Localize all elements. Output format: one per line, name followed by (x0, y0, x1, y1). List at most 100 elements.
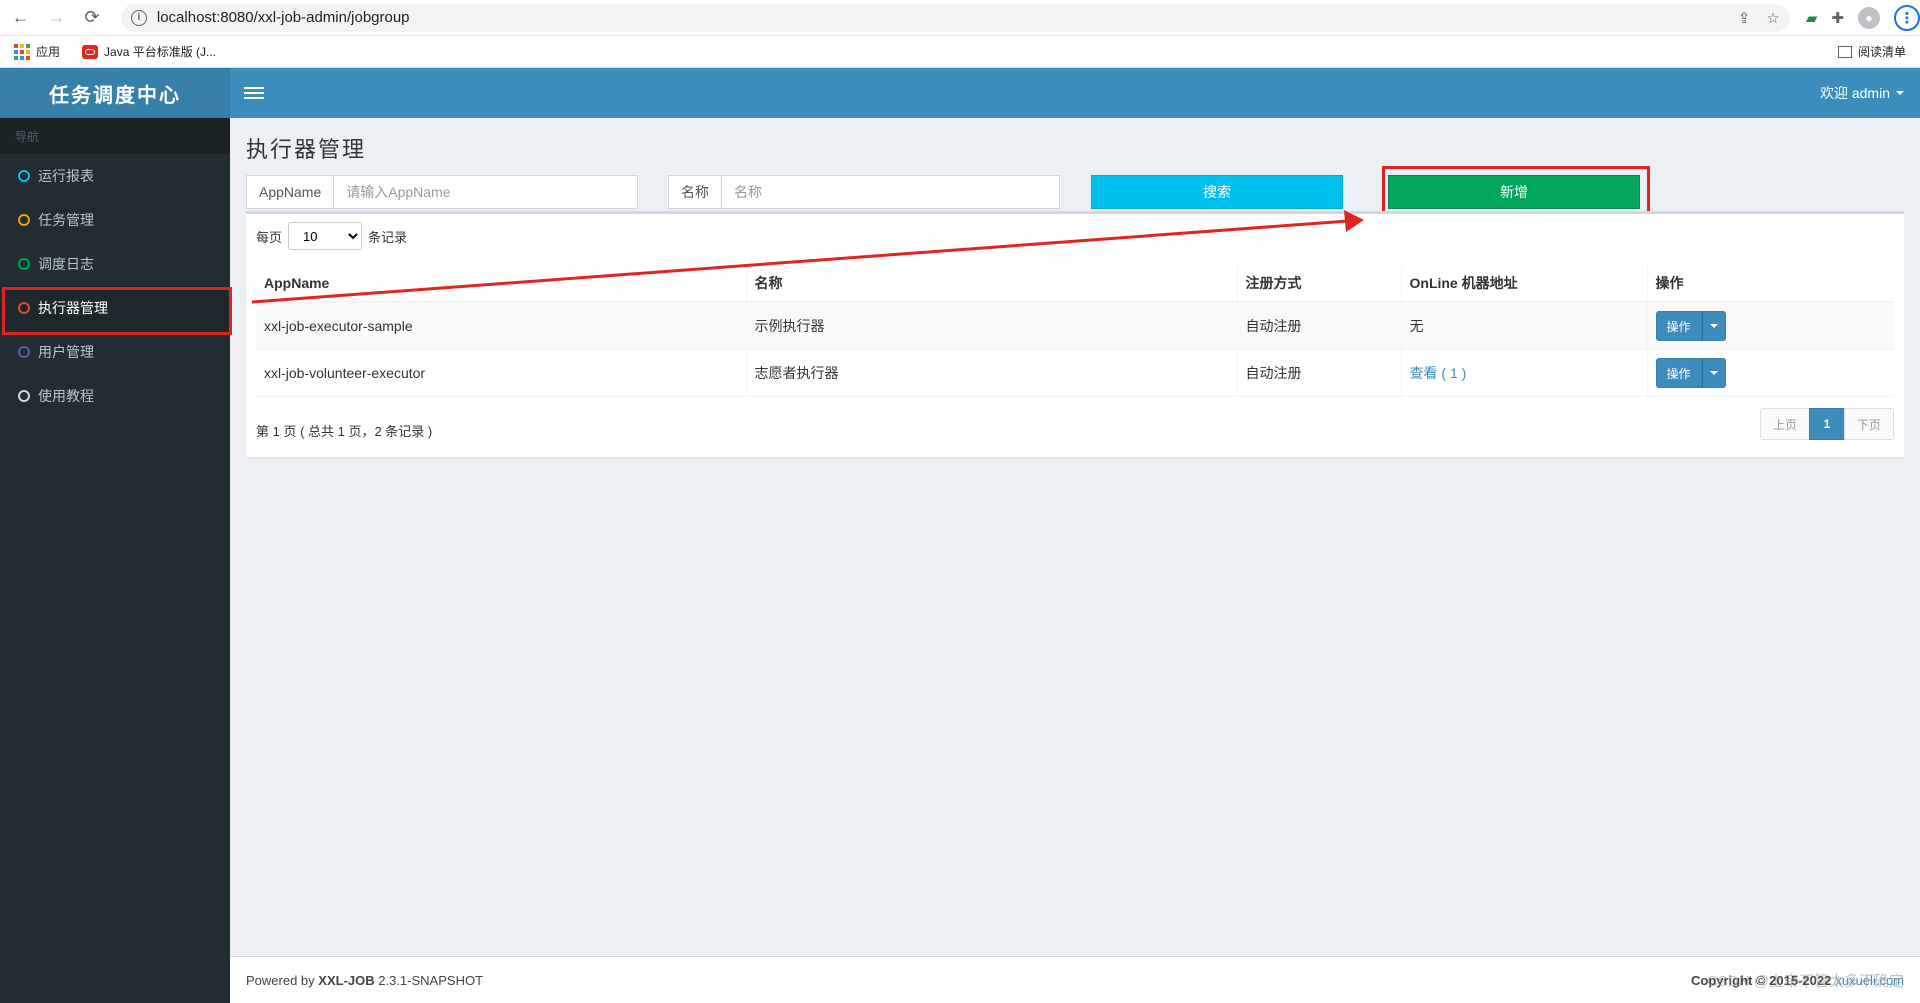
circle-icon (18, 346, 30, 358)
length-suffix: 条记录 (368, 229, 408, 245)
reload-icon: ⟳ (84, 7, 100, 27)
table-header-row: AppName 名称 注册方式 OnLine 机器地址 操作 (256, 265, 1894, 303)
executor-table: AppName 名称 注册方式 OnLine 机器地址 操作 xxl-job-e… (256, 265, 1894, 397)
search-button[interactable]: 搜索 (1091, 175, 1343, 209)
column-header: 操作 (1647, 265, 1894, 303)
browser-toolbar: ← → ⟳ i localhost:8080/xxl-job-admin/job… (0, 0, 1920, 36)
sidebar-item-label: 使用教程 (38, 388, 94, 404)
reading-list-button[interactable]: 阅读清单 (1837, 43, 1906, 60)
forward-arrow-icon: → (47, 7, 66, 27)
column-header[interactable]: OnLine 机器地址 (1401, 265, 1648, 303)
operate-button[interactable]: 操作 (1655, 358, 1702, 388)
top-navbar: 欢迎 admin (230, 68, 1920, 118)
appname-label: AppName (247, 176, 335, 208)
profile-avatar-icon[interactable]: ● (1858, 6, 1880, 29)
cell-online: 无 (1401, 302, 1648, 350)
page-length-select[interactable]: 10 (288, 222, 363, 250)
main-content: 执行器管理 AppName 名称 搜索 新增 每页 10 条记录 AppName… (230, 118, 1920, 956)
pagination: 上页 1 下页 (1759, 408, 1894, 440)
sidebar-item-label: 执行器管理 (38, 300, 108, 316)
sidebar-header: 导航 (0, 118, 230, 154)
table-row: xxl-job-executor-sample 示例执行器 自动注册 无 操作 (256, 302, 1894, 350)
extension-icon[interactable]: ▰ (1806, 9, 1818, 27)
footer-copyright: Copyright © 2015-2022 xuxueli.com (1691, 973, 1904, 988)
sidebar: 导航 运行报表 任务管理 调度日志 执行器管理 用户管理 使用教程 (0, 118, 232, 1003)
back-arrow-icon: ← (11, 7, 30, 27)
cell-reg-type: 自动注册 (1237, 349, 1402, 397)
footer-powered: Powered by XXL-JOB 2.3.1-SNAPSHOT (246, 973, 483, 988)
page-length-control: 每页 10 条记录 (256, 222, 407, 250)
circle-icon (18, 214, 30, 226)
share-icon[interactable]: ⇪ (1738, 9, 1751, 27)
bookmark-star-icon[interactable]: ☆ (1766, 9, 1779, 27)
url-text[interactable]: localhost:8080/xxl-job-admin/jobgroup (157, 9, 1738, 26)
circle-icon (18, 170, 30, 182)
operate-dropdown-toggle[interactable] (1701, 311, 1726, 341)
current-page-button[interactable]: 1 (1808, 408, 1845, 440)
bookmarks-bar: 应用 Java 平台标准版 (J... 阅读清单 (0, 36, 1920, 68)
name-label: 名称 (669, 176, 722, 208)
footer-brand: XXL-JOB (318, 972, 375, 988)
bookmark-apps[interactable]: 应用 (14, 43, 60, 60)
sidebar-item-report[interactable]: 运行报表 (0, 154, 230, 198)
cell-actions: 操作 (1647, 302, 1894, 350)
sidebar-item-executors[interactable]: 执行器管理 (0, 286, 232, 335)
name-input-group: 名称 (668, 175, 1060, 209)
next-page-button[interactable]: 下页 (1843, 408, 1894, 440)
app-logo[interactable]: 任务调度中心 (0, 68, 230, 118)
sidebar-item-users[interactable]: 用户管理 (0, 330, 230, 374)
extensions-puzzle-icon[interactable]: ✚ (1831, 9, 1844, 27)
forward-button[interactable]: → (42, 3, 72, 33)
user-menu[interactable]: 欢迎 admin (1820, 83, 1904, 103)
cell-online-link[interactable]: 查看 ( 1 ) (1401, 349, 1648, 397)
address-bar[interactable]: i localhost:8080/xxl-job-admin/jobgroup … (120, 3, 1790, 32)
circle-icon (18, 258, 30, 270)
caret-down-icon (1709, 371, 1718, 375)
sidebar-item-help[interactable]: 使用教程 (0, 374, 230, 418)
cell-name: 示例执行器 (746, 302, 1238, 350)
caret-down-icon (1896, 91, 1904, 95)
sidebar-item-jobs[interactable]: 任务管理 (0, 198, 230, 242)
page-title: 执行器管理 (246, 137, 367, 162)
reading-list-label: 阅读清单 (1857, 45, 1906, 59)
cell-actions: 操作 (1647, 349, 1894, 397)
column-header[interactable]: 名称 (746, 265, 1238, 303)
sidebar-item-label: 调度日志 (38, 256, 94, 272)
sidebar-item-label: 运行报表 (38, 168, 94, 184)
bookmark-java-label: Java 平台标准版 (J... (104, 45, 217, 59)
appname-input-group: AppName (246, 175, 638, 209)
browser-menu-icon[interactable]: ⋮ (1894, 4, 1920, 31)
site-info-icon[interactable]: i (130, 9, 147, 26)
footer-powered-label: Powered by (246, 972, 315, 988)
sidebar-toggle-icon[interactable] (244, 84, 264, 102)
reading-list-icon (1837, 45, 1852, 58)
oracle-icon (82, 44, 99, 59)
column-header[interactable]: 注册方式 (1237, 265, 1402, 303)
sidebar-item-label: 用户管理 (38, 344, 94, 360)
footer-link[interactable]: xuxueli.com (1835, 973, 1904, 988)
cell-reg-type: 自动注册 (1237, 302, 1402, 350)
add-button[interactable]: 新增 (1388, 175, 1640, 209)
back-button[interactable]: ← (6, 3, 36, 33)
table-row: xxl-job-volunteer-executor 志愿者执行器 自动注册 查… (256, 349, 1894, 397)
operate-button[interactable]: 操作 (1655, 311, 1702, 341)
bookmark-java[interactable]: Java 平台标准版 (J... (82, 43, 216, 60)
action-button-group: 操作 (1655, 358, 1726, 388)
prev-page-button[interactable]: 上页 (1759, 408, 1810, 440)
name-input[interactable] (722, 176, 1042, 208)
sidebar-item-logs[interactable]: 调度日志 (0, 242, 230, 286)
app-title: 任务调度中心 (49, 84, 181, 107)
appname-input[interactable] (334, 176, 635, 208)
reload-button[interactable]: ⟳ (77, 3, 107, 33)
executor-table-box: 每页 10 条记录 AppName 名称 注册方式 OnLine 机器地址 操作… (246, 211, 1904, 457)
table-info: 第 1 页 ( 总共 1 页，2 条记录 ) (256, 424, 433, 439)
circle-icon (18, 302, 30, 314)
column-header[interactable]: AppName (256, 265, 747, 303)
action-button-group: 操作 (1655, 311, 1726, 341)
operate-dropdown-toggle[interactable] (1701, 358, 1726, 388)
bookmark-apps-label: 应用 (36, 45, 61, 59)
footer-version: 2.3.1-SNAPSHOT (378, 972, 484, 988)
cell-name: 志愿者执行器 (746, 349, 1238, 397)
circle-icon (18, 390, 30, 402)
user-menu-label: 欢迎 admin (1819, 85, 1890, 101)
